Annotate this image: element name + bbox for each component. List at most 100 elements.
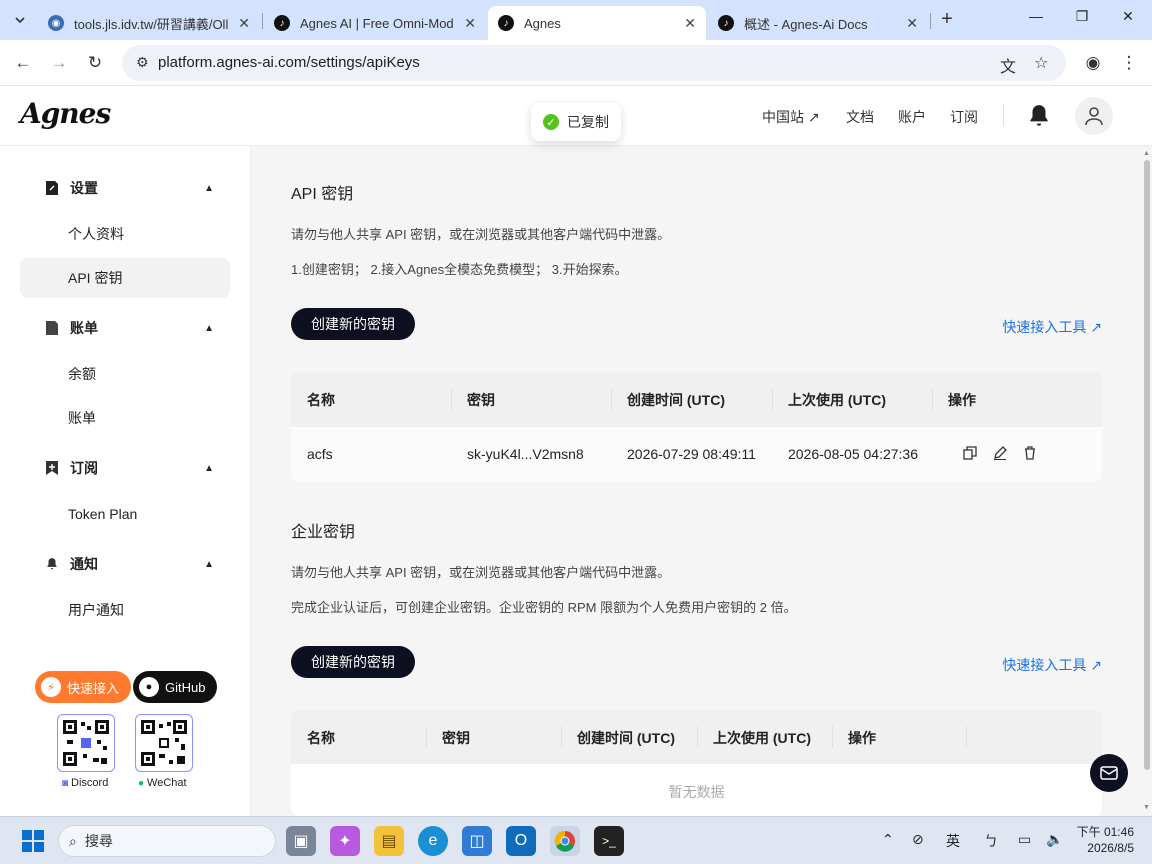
wechat-label: ● WeChat — [138, 777, 187, 789]
terminal-icon[interactable]: >_ — [594, 826, 624, 856]
network-icon[interactable]: ▭ — [1018, 831, 1031, 848]
quick-access-tools-link[interactable]: 快速接入工具 ↗ — [1002, 655, 1102, 675]
close-tab-icon[interactable]: ✕ — [238, 15, 250, 32]
quick-access-button[interactable]: ⚡ 快速接入 — [35, 671, 132, 703]
sidebar-item-api-keys[interactable]: API 密钥 — [20, 258, 230, 298]
tab-search-button[interactable] — [8, 8, 32, 32]
copy-icon[interactable] — [963, 446, 979, 462]
sidebar-item-token-plan[interactable]: Token Plan — [20, 494, 230, 534]
sidebar-group-billing[interactable]: 账单 ▲ — [44, 318, 214, 338]
back-button[interactable]: ← — [12, 52, 34, 74]
quick-access-tools-link[interactable]: 快速接入工具 ↗ — [1002, 317, 1102, 337]
menu-kebab-icon[interactable]: ⋮ — [1118, 52, 1140, 74]
sidebar: 设置 ▲ 个人资料 API 密钥 账单 ▲ 余额 账单 订阅 ▲ Token P… — [0, 146, 251, 816]
taskbar-search[interactable]: ⌕ 搜尋 — [58, 825, 276, 857]
scrollbar-thumb[interactable] — [1144, 160, 1150, 770]
enterprise-keys-info: 完成企业认证后，可创建企业密钥。企业密钥的 RPM 限额为个人免费用户密钥的 2… — [291, 600, 797, 615]
windows-start-icon[interactable] — [18, 826, 48, 856]
user-icon — [1085, 107, 1103, 126]
network-off-icon[interactable]: ⊘ — [912, 831, 924, 848]
chevron-up-tray-icon[interactable]: ⌃ — [882, 831, 894, 848]
chevron-up-icon: ▲ — [204, 322, 214, 334]
chevron-up-icon: ▲ — [204, 182, 214, 194]
ime-mode-icon[interactable]: ㄅ — [984, 831, 998, 851]
browser-tab[interactable]: ♪ Agnes AI | Free Omni-Mod ✕ — [264, 6, 486, 40]
copied-toast: ✓ 已复制 — [531, 103, 621, 141]
agnes-logo[interactable]: Agnes — [20, 97, 111, 130]
volume-icon[interactable]: 🔈 — [1046, 831, 1063, 848]
sidebar-group-settings[interactable]: 设置 ▲ — [44, 178, 214, 198]
agnes-favicon-icon: ♪ — [718, 15, 734, 31]
close-tab-icon[interactable]: ✕ — [464, 15, 476, 32]
close-window-button[interactable]: ✕ — [1116, 8, 1140, 25]
page-scrollbar[interactable]: ▲ ▼ — [1142, 146, 1152, 816]
copilot-icon[interactable]: ✦ — [330, 826, 360, 856]
github-icon: ● — [139, 677, 159, 697]
create-api-key-button[interactable]: 创建新的密钥 — [291, 308, 415, 340]
bookmark-star-icon[interactable]: ☆ — [1034, 53, 1048, 73]
url-text[interactable]: platform.agnes-ai.com/settings/apiKeys — [158, 54, 420, 71]
bell-icon — [44, 556, 60, 572]
api-keys-steps: 1.创建密钥； 2.接入Agnes全模态免费模型； 3.开始探索。 — [291, 262, 628, 277]
discord-qr-code — [57, 714, 115, 772]
sidebar-item-bills[interactable]: 账单 — [20, 398, 230, 438]
address-bar[interactable]: ⚙ platform.agnes-ai.com/settings/apiKeys… — [122, 45, 1066, 81]
system-clock[interactable]: 下午 01:46 2026/8/5 — [1076, 824, 1134, 856]
github-button[interactable]: ● GitHub — [133, 671, 218, 703]
close-tab-icon[interactable]: ✕ — [906, 15, 918, 32]
nav-docs[interactable]: 文档 — [846, 107, 874, 127]
new-tab-button[interactable]: + — [936, 8, 958, 30]
enterprise-keys-warning: 请勿与他人共享 API 密钥，或在浏览器或其他客户端代码中泄露。 — [291, 565, 671, 580]
task-view-icon[interactable]: ▣ — [286, 826, 316, 856]
translate-icon[interactable]: 文 — [1000, 53, 1016, 77]
nav-subscription[interactable]: 订阅 — [950, 107, 978, 127]
api-keys-warning: 请勿与他人共享 API 密钥，或在浏览器或其他客户端代码中泄露。 — [291, 227, 671, 242]
sidebar-item-balance[interactable]: 余额 — [20, 354, 230, 394]
edit-pencil-icon[interactable] — [993, 446, 1009, 462]
nav-account[interactable]: 账户 — [898, 107, 926, 127]
settings-doc-icon — [44, 180, 60, 196]
notification-bell-icon[interactable] — [1026, 103, 1052, 129]
bookmark-plus-icon — [44, 460, 60, 476]
check-circle-icon: ✓ — [543, 114, 559, 130]
browser-tab[interactable]: ♪ 概述 - Agnes-Ai Docs ✕ — [708, 6, 928, 40]
profile-icon[interactable]: ◉ — [1082, 52, 1104, 74]
windows-taskbar: ⌕ 搜尋 ▣ ✦ ▤ e ◫ O >_ ⌃ ⊘ 英 ㄅ ▭ 🔈 下午 01:46… — [0, 816, 1152, 864]
maximize-button[interactable]: ❐ — [1070, 8, 1094, 25]
main-content: API 密钥 请勿与他人共享 API 密钥，或在浏览器或其他客户端代码中泄露。 … — [251, 146, 1142, 816]
outlook-icon[interactable]: O — [506, 826, 536, 856]
api-keys-table: 名称 密钥 创建时间 (UTC) 上次使用 (UTC) 操作 acfs sk-y… — [291, 372, 1102, 482]
sidebar-item-user-notifications[interactable]: 用户通知 — [20, 590, 230, 630]
key-value: sk-yuK4l...V2msn8 — [467, 446, 584, 462]
file-explorer-icon[interactable]: ▤ — [374, 826, 404, 856]
table-header: 名称 密钥 创建时间 (UTC) 上次使用 (UTC) 操作 — [291, 372, 1102, 426]
ime-indicator[interactable]: 英 — [946, 831, 960, 851]
edge-browser-icon[interactable]: e — [418, 826, 448, 856]
support-chat-button[interactable] — [1090, 754, 1128, 792]
api-keys-title: API 密钥 — [291, 186, 354, 203]
reload-button[interactable]: ↻ — [84, 52, 106, 74]
agnes-favicon-icon: ♪ — [498, 15, 514, 31]
browser-tab[interactable]: ◉ tools.jls.idv.tw/研習講義/Oll ✕ — [38, 6, 260, 40]
search-icon: ⌕ — [69, 832, 77, 849]
chevron-down-icon — [15, 17, 25, 24]
table-header: 名称 密钥 创建时间 (UTC) 上次使用 (UTC) 操作 — [291, 710, 1102, 764]
create-enterprise-key-button[interactable]: 创建新的密钥 — [291, 646, 415, 678]
nav-china-site[interactable]: 中国站 ↗ — [762, 107, 820, 127]
forward-button[interactable]: → — [48, 52, 70, 74]
sidebar-item-profile[interactable]: 个人资料 — [20, 214, 230, 254]
globe-icon: ◉ — [48, 15, 64, 31]
site-settings-icon[interactable]: ⚙ — [136, 54, 149, 71]
sidebar-group-notifications[interactable]: 通知 ▲ — [44, 554, 214, 574]
browser-tab-active[interactable]: ♪ Agnes ✕ — [488, 6, 706, 40]
delete-trash-icon[interactable] — [1023, 446, 1039, 462]
minimize-button[interactable]: — — [1024, 8, 1048, 24]
enterprise-keys-table: 名称 密钥 创建时间 (UTC) 上次使用 (UTC) 操作 暂无数据 — [291, 710, 1102, 816]
microsoft-store-icon[interactable]: ◫ — [462, 826, 492, 856]
user-avatar[interactable] — [1075, 97, 1113, 135]
lightning-icon: ⚡ — [41, 677, 61, 697]
chrome-icon[interactable] — [550, 826, 580, 856]
close-tab-icon[interactable]: ✕ — [684, 15, 696, 32]
sidebar-group-subscription[interactable]: 订阅 ▲ — [44, 458, 214, 478]
chevron-up-icon: ▲ — [204, 558, 214, 570]
